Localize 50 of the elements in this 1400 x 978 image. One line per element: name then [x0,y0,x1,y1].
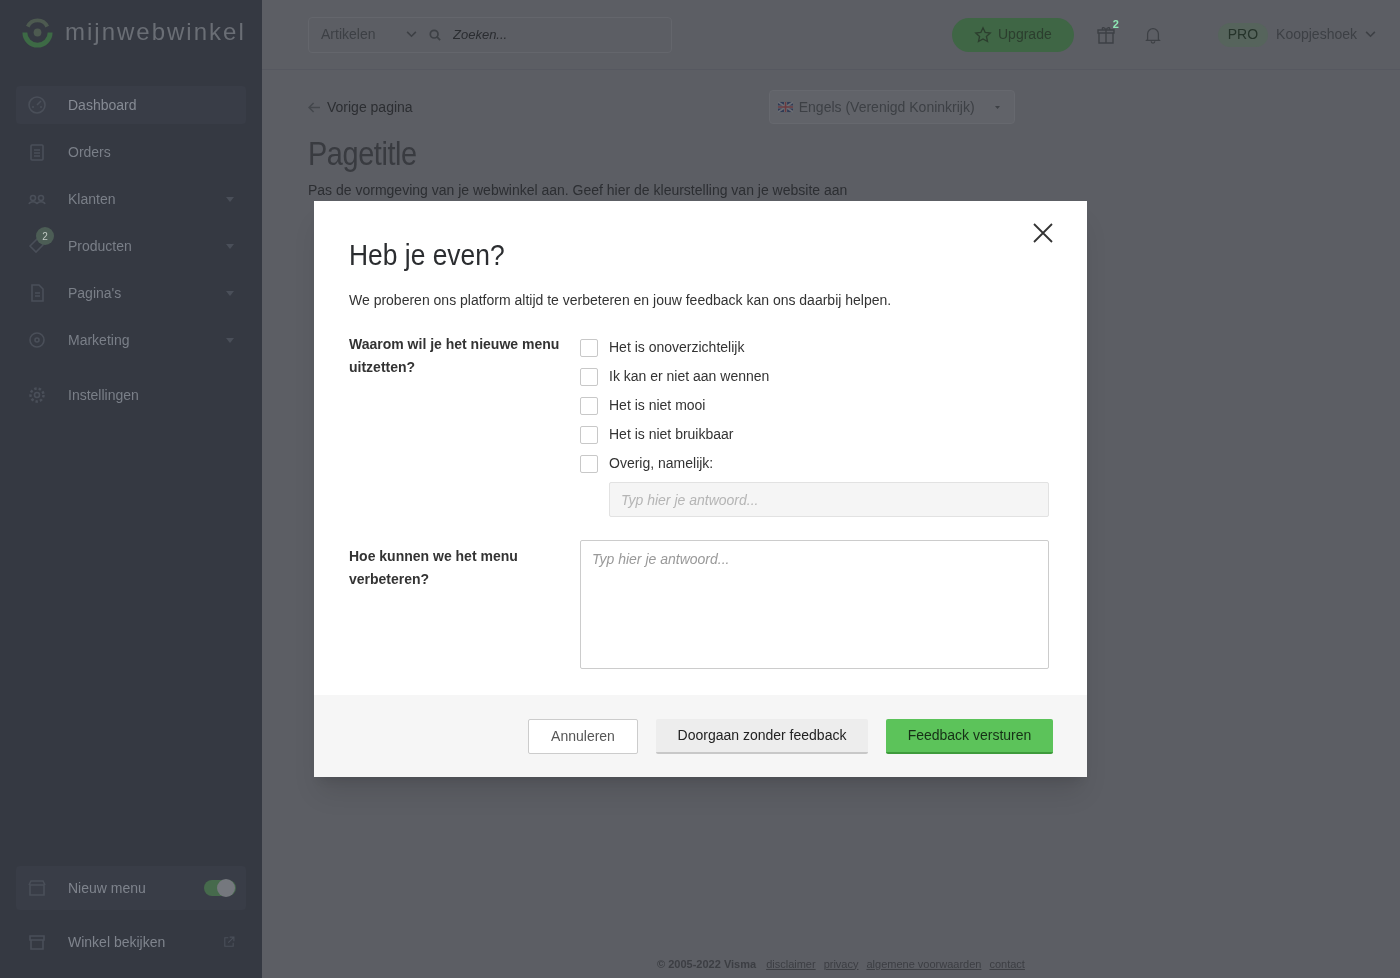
chevron-down-icon [406,31,417,38]
submit-button[interactable]: Feedback versturen [886,718,1053,754]
checkbox[interactable] [580,338,598,357]
sidebar-item[interactable]: Producten 2 [16,227,246,265]
sidebar-item[interactable]: Instellingen [16,376,246,414]
checkbox-label: Ik kan er niet aan wennen [609,367,770,386]
checkbox[interactable] [580,367,598,386]
sidebar-item[interactable]: Pagina's [16,274,246,312]
sidebar-item[interactable]: Nieuw menu [16,866,246,910]
sidebar-item[interactable]: Dashboard [16,86,246,124]
caret-icon [994,104,1000,110]
question-label: Hoe kunnen we het menu verbeteren? [349,547,519,589]
sidebar-item[interactable]: Winkel bekijken [16,920,246,964]
arrow-left-icon [308,101,321,113]
answer-box[interactable]: Typ hier je antwoord... [580,540,1049,669]
checkbox-label: Het is niet mooi [609,396,706,415]
checkbox-label: Het is niet bruikbaar [609,425,734,444]
dialog-intro: We proberen ons platform altijd te verbeteren en jouw feedback kan ons daarbij helpen. [349,291,893,310]
sidebar-item[interactable]: Marketing [16,321,246,359]
sidebar-label: Marketing [68,330,131,350]
gear-icon [27,385,47,405]
dialog-title: Heb je even? [349,237,506,273]
sidebar-label: Pagina's [68,283,123,303]
checkbox[interactable] [580,425,598,444]
sidebar-label: Nieuw menu [68,878,147,898]
checkbox-label: Het is onoverzichtelijk [609,338,745,357]
checkbox[interactable] [580,396,598,415]
sidebar-label: Dashboard [68,95,138,115]
question-label: Waarom wil je het nieuwe menu uitzetten? [349,335,561,377]
continue-button[interactable]: Doorgaan zonder feedback [656,718,868,754]
sidebar-label: Instellingen [68,385,140,405]
toggle-switch[interactable] [204,880,236,896]
sidebar-item[interactable]: Klanten [16,180,246,218]
close-button[interactable] [1033,223,1053,243]
sidebar-item[interactable]: Orders [16,133,246,171]
star-icon [974,25,992,44]
sidebar-label: Winkel bekijken [68,932,167,952]
checkbox[interactable] [580,454,598,473]
checkbox-label: Overig, namelijk: [609,454,714,473]
answer-field[interactable]: Typ hier je antwoord... [609,482,1049,517]
sidebar-label: Orders [68,142,112,162]
search-icon [429,28,441,41]
flag-icon [777,99,793,115]
count-text: 2 [36,227,54,245]
sidebar-label: Producten [68,236,133,256]
sidebar-label: Klanten [68,189,117,209]
chevron-down-icon [1365,31,1376,38]
cancel-button[interactable]: Annuleren [528,718,638,754]
count-text: 2 [1112,16,1119,32]
close-icon [1033,223,1053,243]
